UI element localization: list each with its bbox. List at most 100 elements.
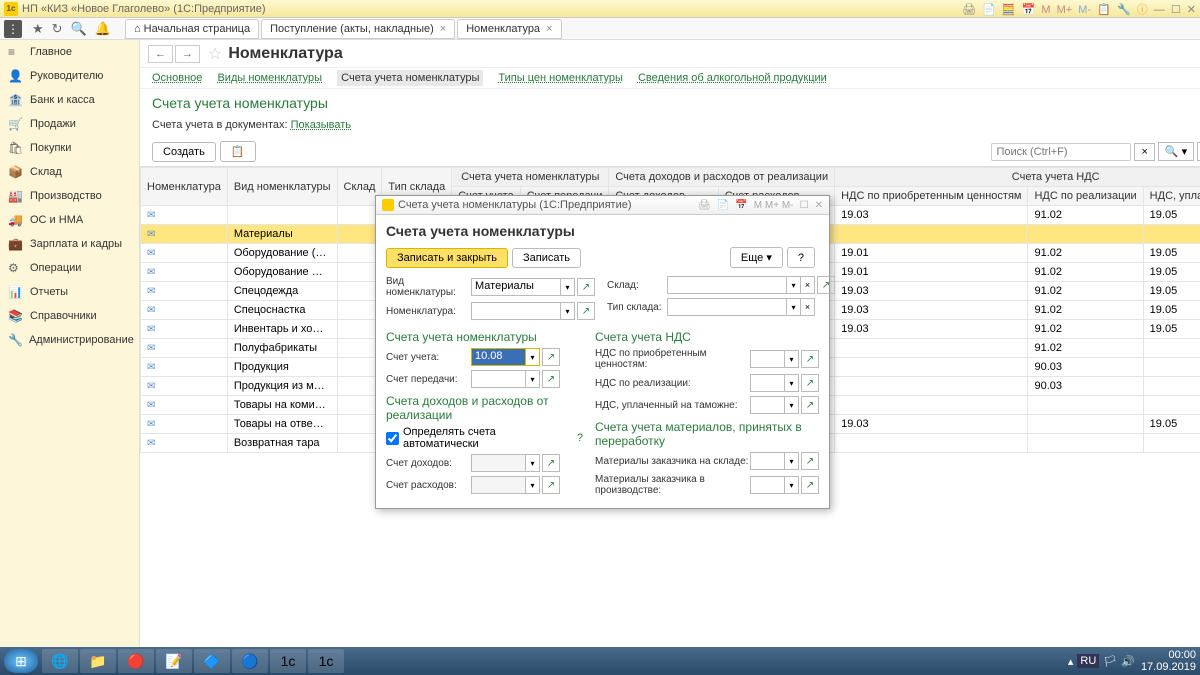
col-nomenclature[interactable]: Номенклатура <box>141 168 228 206</box>
task-teamviewer[interactable]: 🔷 <box>194 649 230 673</box>
dialog-m-icon[interactable]: M M+ M- <box>754 200 794 211</box>
sidebar-item-reports[interactable]: 📊Отчеты <box>0 280 139 304</box>
sidebar-item-salary[interactable]: 💼Зарплата и кадры <box>0 232 139 256</box>
dialog-minimize-icon[interactable]: ☐ <box>800 200 809 211</box>
sidebar-item-warehouse[interactable]: 📦Склад <box>0 160 139 184</box>
subtab-main[interactable]: Основное <box>152 72 202 84</box>
sidebar-item-operations[interactable]: ⚙Операции <box>0 256 139 280</box>
subtab-alcohol[interactable]: Сведения об алкогольной продукции <box>638 72 827 84</box>
dialog-doc-icon[interactable]: 📄 <box>717 200 729 211</box>
lang-indicator[interactable]: RU <box>1077 654 1099 668</box>
col-income-group[interactable]: Счета доходов и расходов от реализации <box>609 168 835 187</box>
task-1c-1[interactable]: 1c <box>270 649 306 673</box>
whtype-input[interactable] <box>667 298 787 316</box>
type-link-icon[interactable]: ↗ <box>577 278 595 296</box>
type-input[interactable]: Материалы <box>471 278 561 296</box>
sidebar-item-bank[interactable]: 🏦Банк и касса <box>0 88 139 112</box>
nom-link-icon[interactable]: ↗ <box>577 302 595 320</box>
wh-link-icon[interactable]: ↗ <box>817 276 835 294</box>
search-input[interactable] <box>991 143 1131 161</box>
acc-link-icon[interactable]: ↗ <box>542 348 560 366</box>
subtab-types[interactable]: Виды номенклатуры <box>217 72 322 84</box>
task-ie[interactable]: 🌐 <box>42 649 78 673</box>
tray-flag-icon[interactable]: 🏳 <box>1103 655 1117 668</box>
auto-help-icon[interactable]: ? <box>577 432 583 444</box>
docs-toggle-link[interactable]: Показывать <box>291 119 351 131</box>
back-button[interactable]: ← <box>148 45 173 63</box>
wh-input[interactable] <box>667 276 787 294</box>
nom-dropdown-icon[interactable]: ▾ <box>561 302 575 320</box>
expense-link-icon[interactable]: ↗ <box>542 476 560 494</box>
vat-customs-link-icon[interactable]: ↗ <box>801 396 819 414</box>
wh-clear-icon[interactable]: × <box>801 276 815 294</box>
tab-close-icon[interactable]: × <box>546 23 552 35</box>
col-vat-out[interactable]: НДС по реализации <box>1028 187 1143 206</box>
task-1c-2[interactable]: 1c <box>308 649 344 673</box>
task-word[interactable]: 📝 <box>156 649 192 673</box>
task-explorer[interactable]: 📁 <box>80 649 116 673</box>
dialog-more-button[interactable]: Еще ▾ <box>730 247 783 268</box>
sidebar-item-main[interactable]: ≡Главное <box>0 40 139 64</box>
sidebar-item-assets[interactable]: 🚚ОС и НМА <box>0 208 139 232</box>
mat-prod-dropdown-icon[interactable]: ▾ <box>785 476 799 494</box>
col-vat-customs[interactable]: НДС, уплаченный на та <box>1143 187 1200 206</box>
tray-up-icon[interactable]: ▴ <box>1068 655 1074 668</box>
minimize-icon[interactable]: — <box>1154 4 1165 16</box>
save-button[interactable]: Записать <box>512 248 581 268</box>
dialog-print-icon[interactable]: 🖨 <box>698 200 711 211</box>
dialog-close-icon[interactable]: ✕ <box>815 200 823 211</box>
mat-prod-link-icon[interactable]: ↗ <box>801 476 819 494</box>
search-clear-icon[interactable]: × <box>1134 143 1154 161</box>
close-icon[interactable]: ✕ <box>1187 4 1196 16</box>
calendar-icon[interactable]: 📅 <box>1022 4 1036 16</box>
income-link-icon[interactable]: ↗ <box>542 454 560 472</box>
bell-icon[interactable]: 🔔 <box>95 21 111 37</box>
mat-wh-link-icon[interactable]: ↗ <box>801 452 819 470</box>
expense-dropdown-icon[interactable]: ▾ <box>526 476 540 494</box>
tab-nomenclature[interactable]: Номенклатура× <box>457 19 561 39</box>
auto-checkbox[interactable] <box>386 432 399 445</box>
vat-out-input[interactable] <box>750 374 785 392</box>
transfer-dropdown-icon[interactable]: ▾ <box>526 370 540 388</box>
tray-sound-icon[interactable]: 🔊 <box>1121 655 1135 668</box>
doc-icon[interactable]: 📄 <box>982 4 996 16</box>
sidebar-item-sales[interactable]: 🛒Продажи <box>0 112 139 136</box>
mplus2-icon[interactable]: M+ <box>1057 4 1073 16</box>
dialog-help-button[interactable]: ? <box>787 247 815 268</box>
sidebar-item-directories[interactable]: 📚Справочники <box>0 304 139 328</box>
dialog-calendar-icon[interactable]: 📅 <box>735 200 747 211</box>
search-icon[interactable]: 🔍 <box>71 21 87 37</box>
task-skype[interactable]: 🔵 <box>232 649 268 673</box>
whtype-clear-icon[interactable]: × <box>801 298 815 316</box>
copy-button[interactable]: 📋 <box>220 141 256 162</box>
col-vat-in[interactable]: НДС по приобретенным ценностям <box>835 187 1028 206</box>
mat-wh-input[interactable] <box>750 452 785 470</box>
mat-wh-dropdown-icon[interactable]: ▾ <box>785 452 799 470</box>
create-button[interactable]: Создать <box>152 142 216 162</box>
col-type[interactable]: Вид номенклатуры <box>227 168 337 206</box>
transfer-input[interactable] <box>471 370 526 388</box>
vat-in-dropdown-icon[interactable]: ▾ <box>785 350 799 368</box>
sidebar-item-purchases[interactable]: 🛍Покупки <box>0 136 139 160</box>
col-acc-group[interactable]: Счета учета номенклатуры <box>452 168 609 187</box>
tab-close-icon[interactable]: × <box>440 23 446 35</box>
tool-icon[interactable]: 🔧 <box>1117 4 1131 16</box>
sidebar-item-production[interactable]: 🏭Производство <box>0 184 139 208</box>
save-close-button[interactable]: Записать и закрыть <box>386 248 508 268</box>
subtab-accounts[interactable]: Счета учета номенклатуры <box>337 70 483 86</box>
star-icon[interactable]: ★ <box>32 21 44 37</box>
whtype-dropdown-icon[interactable]: ▾ <box>787 298 801 316</box>
mminus-icon[interactable]: M- <box>1078 4 1091 16</box>
task-opera[interactable]: 🔴 <box>118 649 154 673</box>
search-go-button[interactable]: 🔍 ▾ <box>1158 142 1194 161</box>
col-vat-group[interactable]: Счета учета НДС <box>835 168 1200 187</box>
vat-customs-input[interactable] <box>750 396 785 414</box>
income-dropdown-icon[interactable]: ▾ <box>526 454 540 472</box>
forward-button[interactable]: → <box>175 45 200 63</box>
transfer-link-icon[interactable]: ↗ <box>542 370 560 388</box>
favorite-icon[interactable]: ☆ <box>208 44 222 64</box>
history-icon[interactable]: ↻ <box>52 21 63 37</box>
sidebar-item-manager[interactable]: 👤Руководителю <box>0 64 139 88</box>
wh-dropdown-icon[interactable]: ▾ <box>787 276 801 294</box>
start-button[interactable]: ⊞ <box>4 649 38 673</box>
